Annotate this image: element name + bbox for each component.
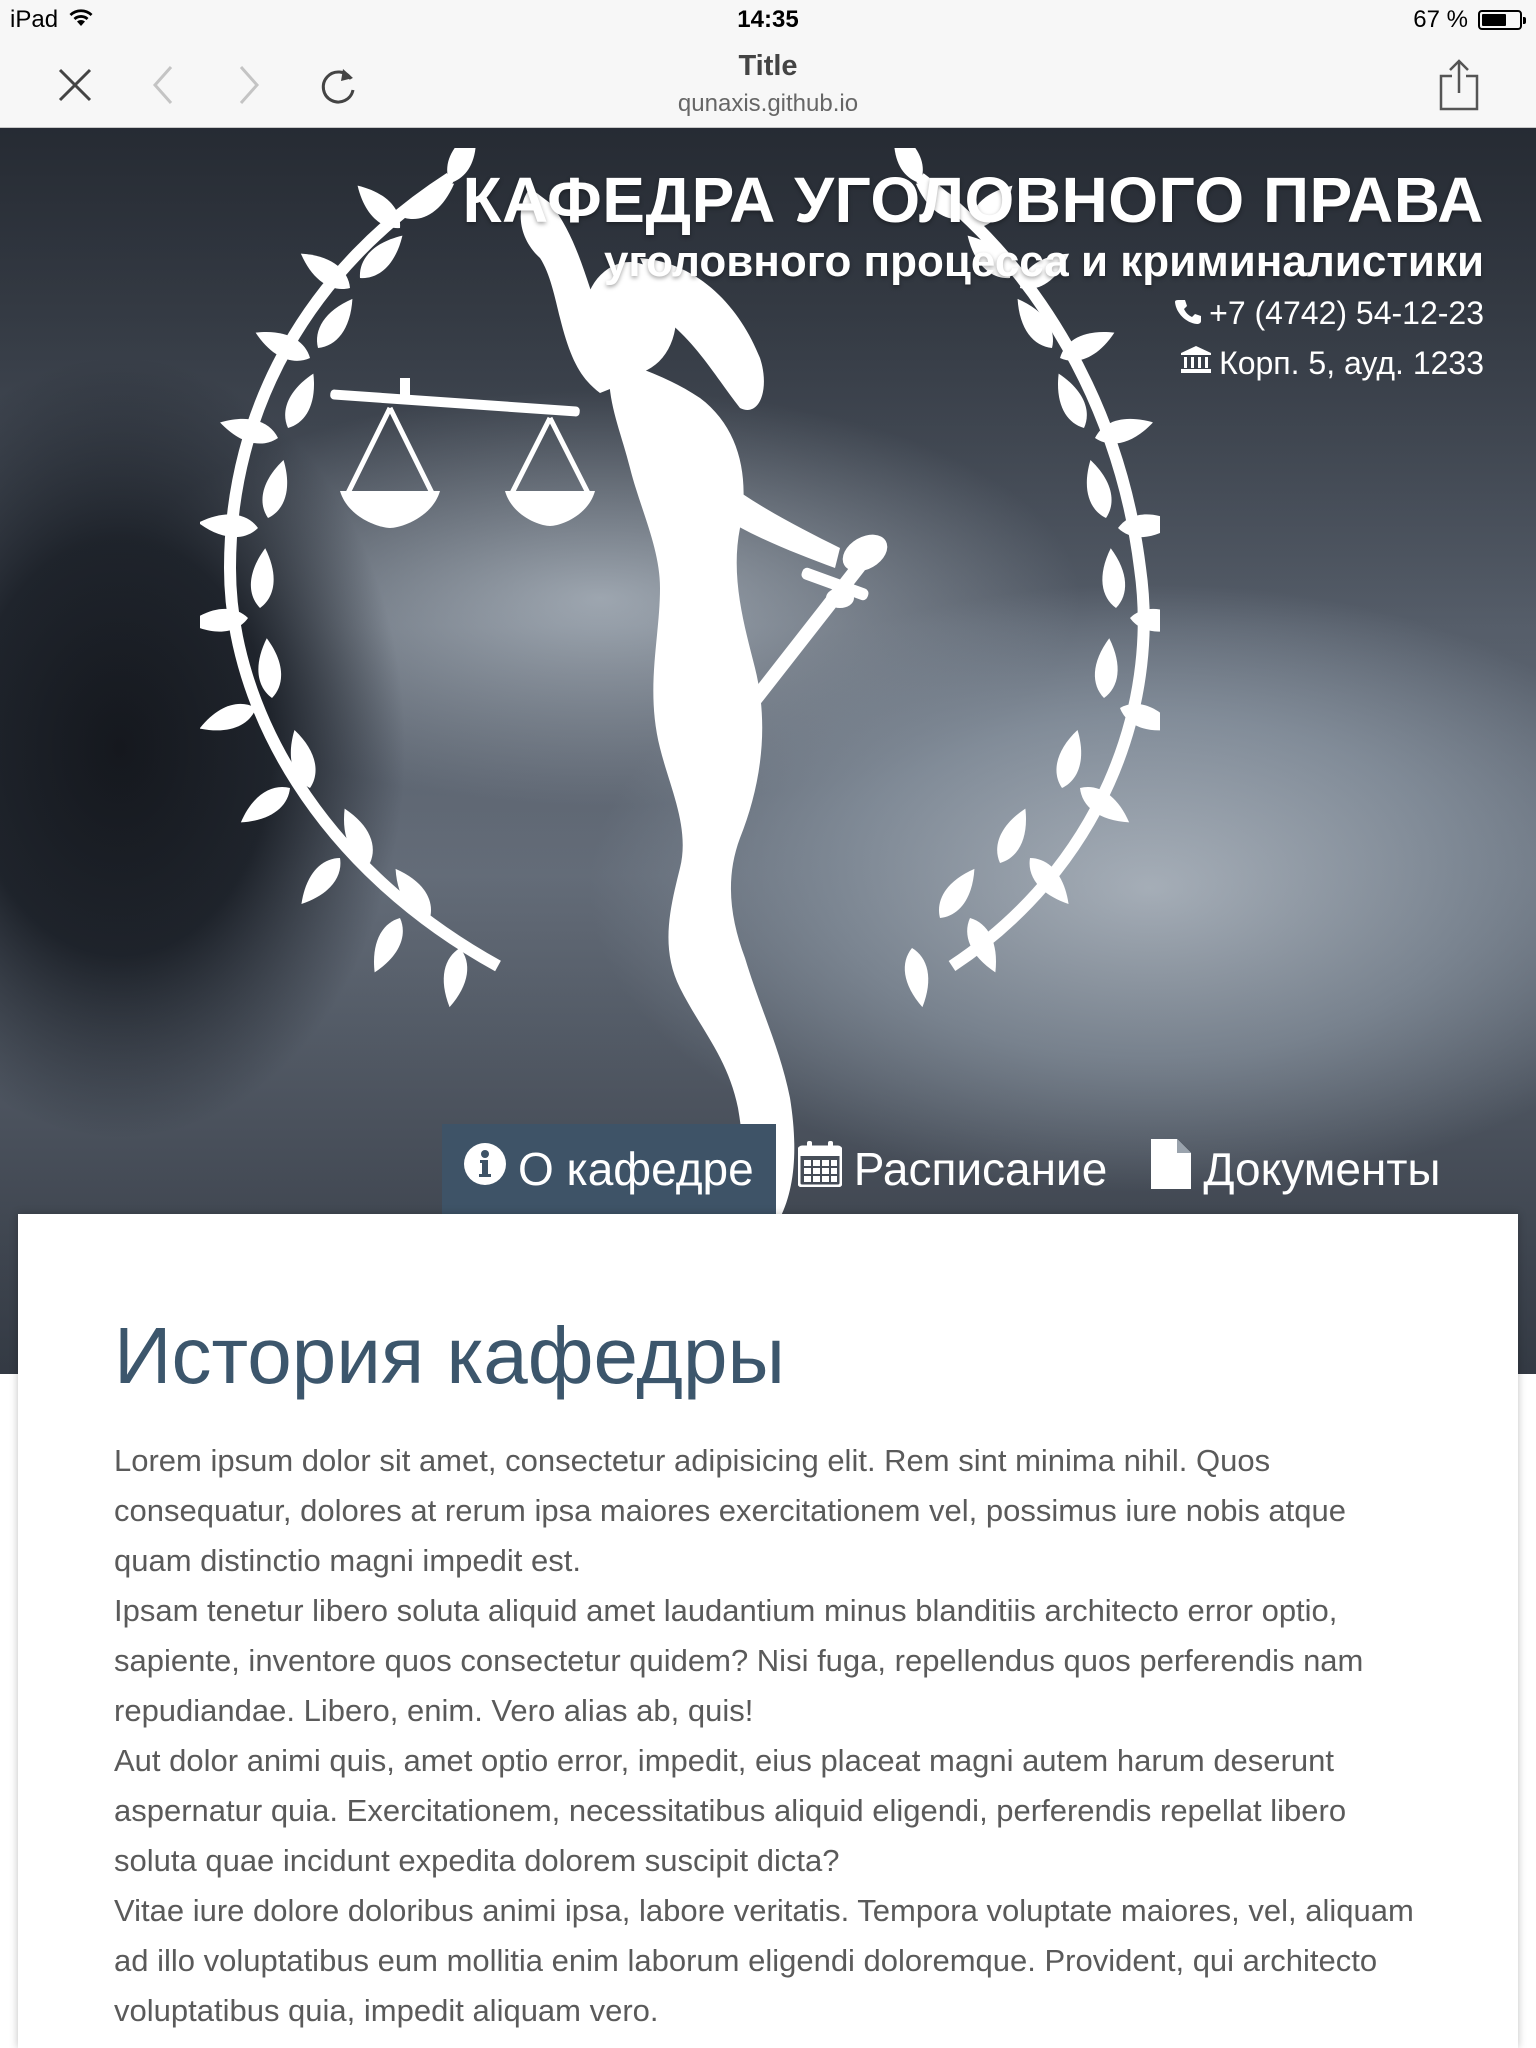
- room-address: Корп. 5, ауд. 1233: [1219, 345, 1484, 381]
- institution-icon: [1181, 338, 1212, 388]
- battery-percent: 67 %: [1413, 6, 1468, 33]
- department-subtitle: уголовного процесса и криминалистики: [603, 237, 1484, 286]
- battery-icon: [1478, 10, 1526, 30]
- history-text: Lorem ipsum dolor sit amet, consectetur …: [114, 1436, 1414, 2036]
- info-icon: [464, 1142, 506, 1196]
- department-title: КАФЕДРА УГОЛОВНОГО ПРАВА: [462, 164, 1484, 236]
- tab-about-label: О кафедре: [518, 1143, 754, 1195]
- tab-about[interactable]: О кафедре: [442, 1124, 776, 1214]
- section-tabs: О кафедре Расписание Документы: [442, 1124, 1462, 1214]
- page-title: Title: [738, 50, 798, 82]
- document-icon: [1151, 1138, 1192, 1200]
- paragraph: Vitae iure dolore doloribus animi ipsa, …: [114, 1893, 1414, 2028]
- address-bar[interactable]: qunaxis.github.io: [0, 90, 1536, 118]
- tab-documents[interactable]: Документы: [1129, 1124, 1462, 1214]
- share-icon[interactable]: [1434, 59, 1484, 111]
- paragraph: Ipsam tenetur libero soluta aliquid amet…: [114, 1593, 1364, 1728]
- phone-icon: [1175, 288, 1202, 338]
- status-time: 14:35: [737, 6, 799, 33]
- calendar-icon: [797, 1140, 843, 1198]
- section-heading: История кафедры: [114, 1311, 785, 1400]
- tab-schedule[interactable]: Расписание: [776, 1124, 1130, 1214]
- tab-schedule-label: Расписание: [853, 1143, 1108, 1195]
- contact-phone: +7 (4742) 54-12-23: [462, 288, 1484, 338]
- paragraph: Aut dolor animi quis, amet optio error, …: [114, 1743, 1347, 1878]
- browser-toolbar: Title qunaxis.github.io: [0, 40, 1536, 128]
- tab-documents-label: Документы: [1203, 1143, 1441, 1195]
- contact-room: Корп. 5, ауд. 1233: [462, 338, 1484, 388]
- content-card: История кафедры Lorem ipsum dolor sit am…: [18, 1214, 1518, 2048]
- phone-number: +7 (4742) 54-12-23: [1209, 295, 1484, 331]
- paragraph: Lorem ipsum dolor sit amet, consectetur …: [114, 1443, 1347, 1578]
- hero-text: КАФЕДРА УГОЛОВНОГО ПРАВА уголовного проц…: [462, 164, 1484, 388]
- status-bar: iPad 14:35 67 %: [0, 0, 1536, 40]
